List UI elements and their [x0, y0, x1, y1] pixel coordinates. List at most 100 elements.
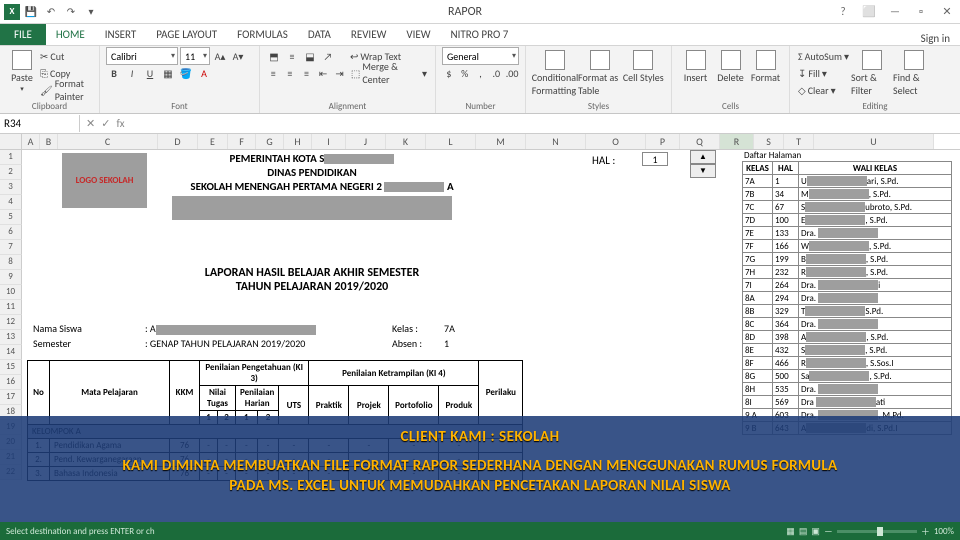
tab-view[interactable]: VIEW	[396, 24, 440, 45]
row-14[interactable]: 14	[0, 345, 22, 360]
hal-spinner[interactable]: ▲ ▼	[690, 150, 716, 178]
font-size-combo[interactable]: 11	[180, 47, 210, 65]
spinner-down-icon[interactable]: ▼	[690, 164, 716, 178]
paste-button[interactable]: Paste▾	[6, 48, 38, 93]
number-format-combo[interactable]: General	[442, 47, 519, 65]
col-P[interactable]: P	[646, 134, 680, 149]
col-N[interactable]: N	[526, 134, 586, 149]
border-icon[interactable]: ▦	[160, 65, 176, 81]
currency-icon[interactable]: $	[442, 65, 456, 81]
percent-icon[interactable]: %	[458, 65, 472, 81]
align-top-icon[interactable]: ⬒	[266, 48, 282, 64]
sort-filter-button[interactable]: Sort & Filter	[851, 48, 893, 97]
comma-icon[interactable]: ,	[474, 65, 488, 81]
redo-icon[interactable]: ↷	[62, 3, 80, 21]
delete-cells-button[interactable]: Delete	[713, 48, 748, 84]
cut-button[interactable]: ✂Cut	[38, 48, 93, 64]
orientation-icon[interactable]: ↗	[320, 48, 336, 64]
format-painter-button[interactable]: 🖌Format Painter	[38, 82, 93, 98]
row-17[interactable]: 17	[0, 390, 22, 405]
view-break-icon[interactable]: ▣	[811, 526, 820, 537]
autosum-button[interactable]: Σ AutoSum ▾	[796, 48, 851, 64]
shrink-font-icon[interactable]: A▾	[230, 48, 246, 64]
row-8[interactable]: 8	[0, 255, 22, 270]
tab-nitro[interactable]: Nitro Pro 7	[441, 24, 519, 45]
col-R[interactable]: R	[720, 134, 754, 149]
tab-pagelayout[interactable]: PAGE LAYOUT	[146, 24, 227, 45]
qat-customize-icon[interactable]: ▾	[82, 3, 100, 21]
align-left-icon[interactable]: ≡	[266, 65, 281, 81]
align-bot-icon[interactable]: ⬓	[302, 48, 318, 64]
clear-button[interactable]: ◇ Clear ▾	[796, 82, 851, 98]
row-6[interactable]: 6	[0, 225, 22, 240]
row-1[interactable]: 1	[0, 150, 22, 165]
row-11[interactable]: 11	[0, 300, 22, 315]
format-cells-button[interactable]: Format	[748, 48, 783, 84]
col-T[interactable]: T	[784, 134, 814, 149]
undo-icon[interactable]: ↶	[42, 3, 60, 21]
insert-cells-button[interactable]: Insert	[678, 48, 713, 84]
file-tab[interactable]: FILE	[0, 24, 46, 45]
row-2[interactable]: 2	[0, 165, 22, 180]
tab-data[interactable]: DATA	[298, 24, 341, 45]
col-M[interactable]: M	[476, 134, 526, 149]
font-name-combo[interactable]: Calibri	[106, 47, 178, 65]
fx-icon[interactable]: fx	[116, 117, 124, 130]
view-normal-icon[interactable]: ▦	[786, 526, 795, 537]
find-select-button[interactable]: Find & Select	[893, 48, 935, 97]
col-Q[interactable]: Q	[680, 134, 720, 149]
row-7[interactable]: 7	[0, 240, 22, 255]
cell-styles-button[interactable]: Cell Styles	[622, 48, 666, 84]
zoom-controls[interactable]: ▦ ▤ ▣ － ＋ 100%	[786, 525, 954, 538]
col-J[interactable]: J	[346, 134, 386, 149]
row-4[interactable]: 4	[0, 195, 22, 210]
col-D[interactable]: D	[158, 134, 198, 149]
select-all-corner[interactable]	[0, 134, 22, 149]
save-icon[interactable]: 💾	[22, 3, 40, 21]
row-3[interactable]: 3	[0, 180, 22, 195]
underline-icon[interactable]: U	[142, 65, 158, 81]
align-center-icon[interactable]: ≡	[283, 65, 298, 81]
zoom-in-icon[interactable]: ＋	[921, 525, 930, 538]
align-mid-icon[interactable]: ≡	[284, 48, 300, 64]
ribbon-opts-icon[interactable]: ⬜	[856, 5, 882, 18]
hal-value[interactable]: 1	[642, 152, 668, 166]
bold-icon[interactable]: B	[106, 65, 122, 81]
align-right-icon[interactable]: ≡	[299, 65, 314, 81]
fill-button[interactable]: ↧ Fill ▾	[796, 65, 851, 81]
col-G[interactable]: G	[256, 134, 284, 149]
col-S[interactable]: S	[754, 134, 784, 149]
maximize-icon[interactable]: ▫	[908, 5, 934, 18]
grow-font-icon[interactable]: A▴	[212, 48, 228, 64]
merge-center-button[interactable]: ⬚ Merge & Center ▾	[349, 60, 429, 86]
enter-fx-icon[interactable]: ✓	[101, 117, 110, 130]
col-I[interactable]: I	[312, 134, 346, 149]
format-table-button[interactable]: Format as Table	[578, 48, 622, 97]
indent-dec-icon[interactable]: ⇤	[316, 65, 331, 81]
zoom-out-icon[interactable]: －	[824, 525, 833, 538]
tab-insert[interactable]: INSERT	[95, 24, 147, 45]
fill-color-icon[interactable]: 🪣	[178, 65, 194, 81]
close-icon[interactable]: ✕	[934, 5, 960, 18]
inc-decimal-icon[interactable]: .0	[489, 65, 503, 81]
tab-home[interactable]: HOME	[46, 24, 95, 45]
column-headers[interactable]: ABCDEFGHIJKLMNOPQRSTU	[0, 134, 960, 150]
col-L[interactable]: L	[426, 134, 476, 149]
col-O[interactable]: O	[586, 134, 646, 149]
italic-icon[interactable]: I	[124, 65, 140, 81]
tab-review[interactable]: REVIEW	[341, 24, 397, 45]
formula-input[interactable]	[131, 122, 960, 126]
row-5[interactable]: 5	[0, 210, 22, 225]
col-F[interactable]: F	[228, 134, 256, 149]
col-C[interactable]: C	[58, 134, 158, 149]
tab-formulas[interactable]: FORMULAS	[227, 24, 298, 45]
cancel-fx-icon[interactable]: ✕	[86, 117, 95, 130]
dec-decimal-icon[interactable]: .00	[505, 65, 519, 81]
row-16[interactable]: 16	[0, 375, 22, 390]
signin-link[interactable]: Sign in	[921, 32, 960, 45]
font-color-icon[interactable]: A	[196, 65, 212, 81]
zoom-slider[interactable]	[837, 530, 917, 533]
row-10[interactable]: 10	[0, 285, 22, 300]
col-A[interactable]: A	[22, 134, 40, 149]
col-K[interactable]: K	[386, 134, 426, 149]
